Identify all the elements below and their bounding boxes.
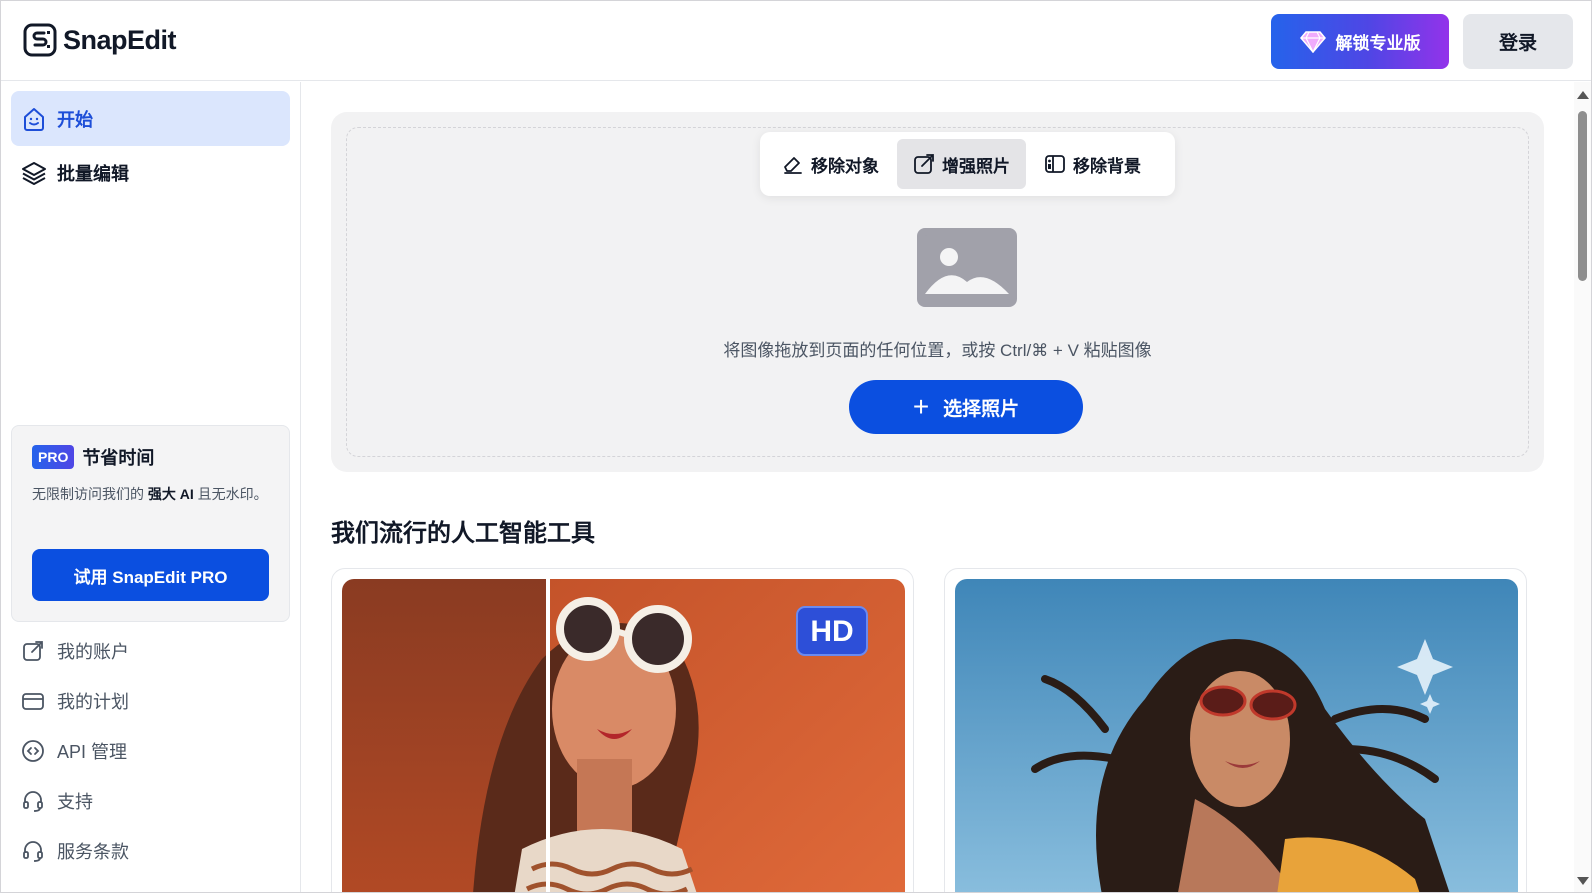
unlock-pro-label: 解锁专业版 <box>1335 34 1421 53</box>
background-icon <box>1045 155 1065 173</box>
diamond-icon <box>1299 30 1326 53</box>
enhance-preview-illustration: HD <box>342 579 905 892</box>
headset-icon <box>23 841 43 862</box>
sidebar-link-my-account[interactable]: 我的账户 <box>21 638 129 664</box>
layers-icon <box>22 161 46 185</box>
sidebar-link-label: 服务条款 <box>57 842 129 862</box>
select-photo-button[interactable]: + 选择照片 <box>849 380 1083 434</box>
sidebar-link-my-plan[interactable]: 我的计划 <box>21 688 129 714</box>
hd-badge: HD <box>810 615 853 648</box>
sidebar-item-label: 批量编辑 <box>57 163 129 184</box>
tab-label: 增强照片 <box>942 156 1010 176</box>
pro-badge: PRO <box>32 445 75 469</box>
brand-logo[interactable]: SnapEdit <box>23 23 177 57</box>
select-photo-label: 选择照片 <box>943 398 1020 420</box>
sky-preview-illustration <box>955 579 1518 892</box>
headset-icon <box>23 791 43 812</box>
sidebar-item-start[interactable]: 开始 <box>11 91 290 146</box>
app-window: SnapEdit 解锁专业版 登录 开始 批量编辑 PRO 节省时间 无限制访问… <box>0 0 1592 893</box>
login-button[interactable]: 登录 <box>1463 14 1573 69</box>
sidebar-link-terms[interactable]: 服务条款 <box>21 838 129 864</box>
snapedit-logo-icon <box>23 23 57 57</box>
pro-promo-description: 无限制访问我们的 强大 AI 且无水印。 <box>32 482 269 506</box>
brand-name: SnapEdit <box>63 24 177 55</box>
credit-card-icon <box>22 693 44 710</box>
code-icon <box>22 740 44 762</box>
upload-drop-zone[interactable]: 移除对象 增强照片 移除背景 将图像拖放到页面的任何位置，或按 Ctrl/⌘ +… <box>331 112 1544 472</box>
image-placeholder-icon <box>917 228 1017 307</box>
scroll-up-arrow-icon[interactable] <box>1577 91 1589 99</box>
top-header: SnapEdit 解锁专业版 登录 <box>1 1 1591 81</box>
sidebar-link-label: 我的账户 <box>57 642 129 662</box>
eraser-icon <box>784 157 802 174</box>
sidebar-link-label: API 管理 <box>57 742 128 762</box>
external-link-icon <box>23 641 43 661</box>
scroll-thumb[interactable] <box>1578 111 1587 281</box>
enhance-photo-card[interactable]: HD <box>331 568 914 892</box>
main-content: 移除对象 增强照片 移除背景 将图像拖放到页面的任何位置，或按 Ctrl/⌘ +… <box>302 82 1574 892</box>
pro-promo-title: 节省时间 <box>82 448 155 468</box>
tab-label: 移除背景 <box>1073 156 1141 176</box>
tab-remove-object[interactable]: 移除对象 <box>766 139 895 189</box>
enhance-preview-image: HD <box>342 579 905 892</box>
sidebar-link-label: 支持 <box>57 792 93 812</box>
smile-icon <box>24 107 44 131</box>
sidebar: 开始 批量编辑 PRO 节省时间 无限制访问我们的 强大 AI 且无水印。 试用… <box>1 82 301 892</box>
sky-preview-image <box>955 579 1518 892</box>
unlock-pro-button[interactable]: 解锁专业版 <box>1271 14 1449 69</box>
popular-tools-heading: 我们流行的人工智能工具 <box>331 520 595 547</box>
drop-hint-text: 将图像拖放到页面的任何位置，或按 Ctrl/⌘ + V 粘贴图像 <box>723 341 1152 360</box>
sky-replace-card[interactable] <box>944 568 1527 892</box>
tool-tabs: 移除对象 增强照片 移除背景 <box>760 132 1175 196</box>
pro-desc-suffix: 且无水印。 <box>193 486 268 502</box>
enhance-icon <box>914 154 934 174</box>
sidebar-link-support[interactable]: 支持 <box>21 788 93 814</box>
tab-enhance-photo[interactable]: 增强照片 <box>897 139 1026 189</box>
sidebar-link-api[interactable]: API 管理 <box>21 738 127 764</box>
sidebar-link-label: 我的计划 <box>57 692 129 712</box>
scroll-down-arrow-icon[interactable] <box>1577 877 1589 885</box>
tab-remove-background[interactable]: 移除背景 <box>1028 139 1157 189</box>
sidebar-item-batch-edit[interactable]: 批量编辑 <box>11 145 290 200</box>
plus-icon: + <box>912 391 930 422</box>
pro-desc-prefix: 无限制访问我们的 <box>32 486 148 502</box>
sidebar-item-label: 开始 <box>57 109 93 130</box>
pro-promo-card: PRO 节省时间 无限制访问我们的 强大 AI 且无水印。 试用 SnapEdi… <box>11 425 290 622</box>
pro-desc-bold: 强大 AI <box>147 486 194 502</box>
try-pro-button[interactable]: 试用 SnapEdit PRO <box>32 549 269 601</box>
vertical-scrollbar[interactable] <box>1574 82 1591 892</box>
pro-promo-header: PRO 节省时间 <box>32 444 269 470</box>
tab-label: 移除对象 <box>811 156 879 176</box>
